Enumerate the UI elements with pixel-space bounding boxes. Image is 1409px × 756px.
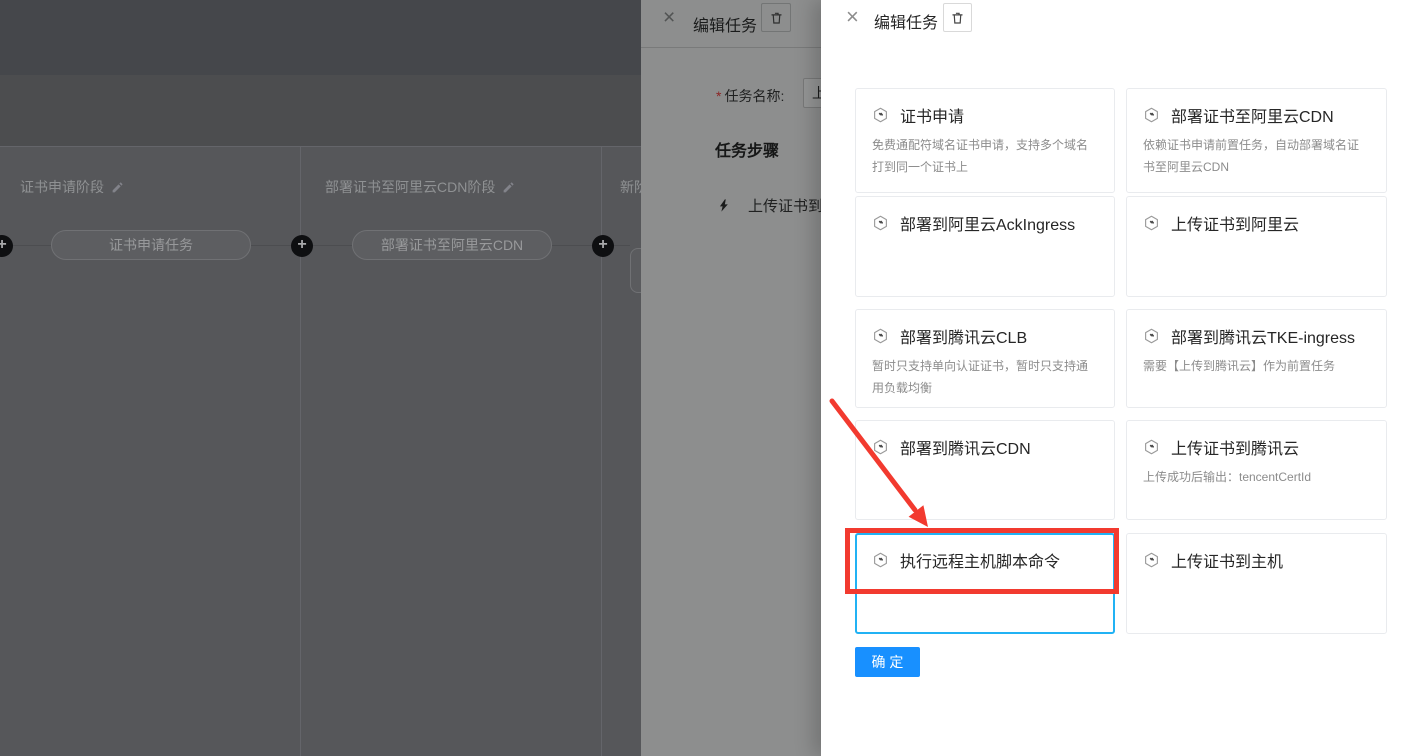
card-title: 上传证书到主机 [1171,548,1283,572]
stage-label-2: 部署证书至阿里云CDN阶段 [325,177,515,197]
app-toolbar-bar [0,75,641,146]
card-description: 暂时只支持单向认证证书，暂时只支持通用负载均衡 [872,355,1098,399]
hexagon-task-icon [1143,214,1160,232]
confirm-button[interactable]: 确 定 [855,647,920,677]
delete-task-button[interactable] [761,3,791,32]
plus-icon: + [598,236,607,253]
card-title: 执行远程主机脚本命令 [900,548,1060,572]
connector-line [612,245,630,246]
app-top-bar [0,0,641,75]
trash-icon [950,10,965,26]
card-title: 部署到阿里云AckIngress [900,211,1075,235]
task-node-3-partial[interactable] [630,248,641,293]
task-type-card-upload-host[interactable]: 上传证书到主机 [1126,533,1387,634]
card-title: 部署到腾讯云TKE-ingress [1171,324,1355,348]
close-icon[interactable]: × [846,6,859,28]
task-node-1[interactable]: 证书申请任务 [51,230,251,260]
task-node-label: 部署证书至阿里云CDN [381,235,523,255]
hexagon-task-icon [1143,327,1160,345]
hexagon-task-icon [1143,106,1160,124]
stage-name: 部署证书至阿里云CDN阶段 [325,177,495,197]
task-step-label: 上传证书到主机 [748,195,821,216]
card-description: 需要【上传到腾讯云】作为前置任务 [1143,355,1370,377]
edit-pencil-icon[interactable] [502,181,515,194]
hexagon-task-icon [872,106,889,124]
card-description: 上传成功后输出：tencentCertId [1143,466,1370,488]
card-description: 依赖证书申请前置任务，自动部署域名证书至阿里云CDN [1143,134,1370,178]
hexagon-task-icon [872,214,889,232]
trash-icon [769,10,784,26]
task-type-card-upload-aliyun[interactable]: 上传证书到阿里云 [1126,196,1387,297]
field-label: 任务名称: [724,88,784,104]
screen: 证书申请阶段 部署证书至阿里云CDN阶段 新阶段 证书申请任务 部署证书至阿里云… [0,0,1409,756]
app-background: 证书申请阶段 部署证书至阿里云CDN阶段 新阶段 证书申请任务 部署证书至阿里云… [0,0,641,756]
task-type-drawer: × 编辑任务 证书申请 免费通配符域名证书申请，支持多个域名打到同一个证书上 部… [821,0,1409,756]
stage-label-1: 证书申请阶段 [20,177,124,197]
edit-task-drawer: × 编辑任务 *任务名称: 上传证书到主机 任务步骤 上传证书到主机 [641,0,821,756]
add-task-button[interactable]: + [291,235,313,257]
card-title: 上传证书到腾讯云 [1171,435,1299,459]
edit-pencil-icon[interactable] [111,181,124,194]
task-name-input[interactable]: 上传证书到主机 [803,78,821,108]
task-step-item[interactable]: 上传证书到主机 [717,195,821,216]
plus-icon: + [0,236,7,253]
drawer-title: 编辑任务 [693,12,757,36]
card-title: 部署证书至阿里云CDN [1171,103,1334,127]
task-type-card-deploy-alicdn[interactable]: 部署证书至阿里云CDN 依赖证书申请前置任务，自动部署域名证书至阿里云CDN [1126,88,1387,193]
card-title: 部署到腾讯云CLB [900,324,1027,348]
card-description: 免费通配符域名证书申请，支持多个域名打到同一个证书上 [872,134,1098,178]
task-type-card-remote-script[interactable]: 执行远程主机脚本命令 [855,533,1115,634]
stage-label-3: 新阶段 [620,177,641,197]
connector-line [312,245,352,246]
task-type-card-tencent-clb[interactable]: 部署到腾讯云CLB 暂时只支持单向认证证书，暂时只支持通用负载均衡 [855,309,1115,408]
task-type-card-cert-apply[interactable]: 证书申请 免费通配符域名证书申请，支持多个域名打到同一个证书上 [855,88,1115,193]
plus-icon: + [297,236,306,253]
task-type-card-upload-tencent[interactable]: 上传证书到腾讯云 上传成功后输出：tencentCertId [1126,420,1387,520]
hexagon-task-icon [872,551,889,569]
task-node-label: 证书申请任务 [109,235,193,255]
hexagon-task-icon [1143,551,1160,569]
required-mark: * [716,88,721,104]
task-node-2[interactable]: 部署证书至阿里云CDN [352,230,552,260]
drawer-title: 编辑任务 [874,9,938,33]
task-steps-heading: 任务步骤 [715,137,779,161]
task-type-card-tencent-cdn[interactable]: 部署到腾讯云CDN [855,420,1115,520]
lightning-bolt-icon [717,197,731,214]
task-name-label: *任务名称: [716,86,784,106]
task-type-card-ack-ingress[interactable]: 部署到阿里云AckIngress [855,196,1115,297]
delete-task-button[interactable] [943,3,972,32]
close-icon[interactable]: × [663,7,675,28]
card-title: 证书申请 [900,103,964,127]
add-task-button[interactable]: + [592,235,614,257]
stage-name: 证书申请阶段 [20,177,104,197]
hexagon-task-icon [1143,438,1160,456]
hexagon-task-icon [872,438,889,456]
card-title: 上传证书到阿里云 [1171,211,1299,235]
hexagon-task-icon [872,327,889,345]
card-title: 部署到腾讯云CDN [900,435,1031,459]
stage-name: 新阶段 [620,177,641,197]
task-type-card-tke-ingress[interactable]: 部署到腾讯云TKE-ingress 需要【上传到腾讯云】作为前置任务 [1126,309,1387,408]
